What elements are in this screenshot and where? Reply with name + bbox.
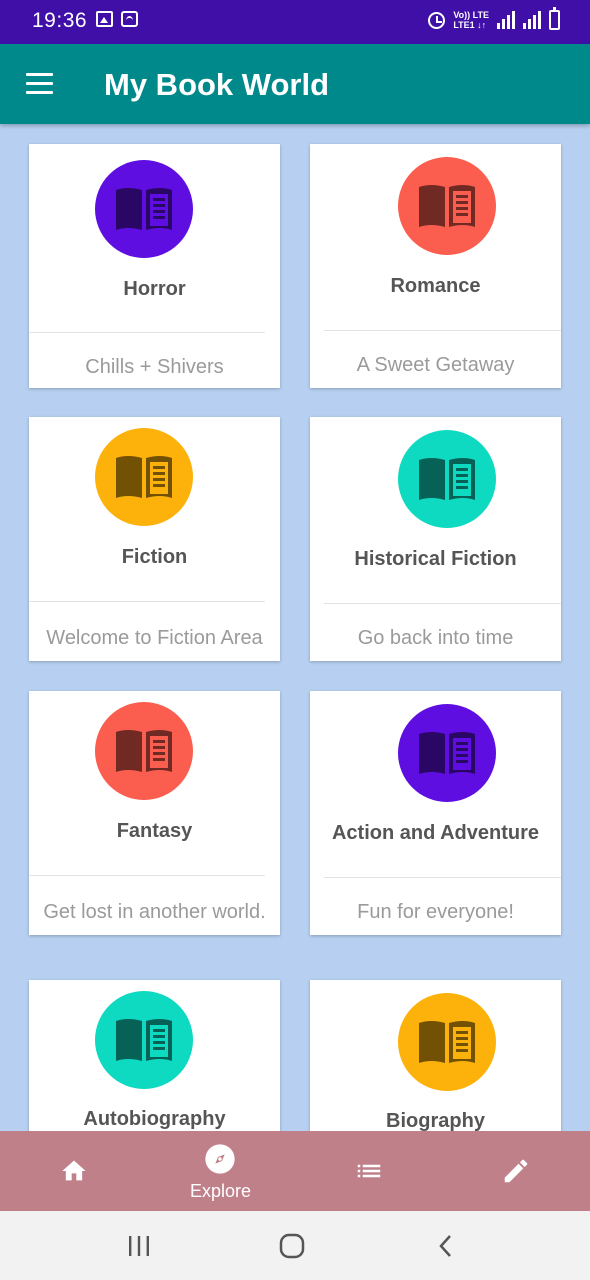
book-icon [112,726,176,776]
category-title: Fantasy [116,820,193,842]
nav-explore[interactable]: Explore [147,1131,294,1211]
book-icon [415,181,479,231]
recents-button[interactable] [119,1231,159,1261]
category-icon-circle [95,428,193,526]
book-icon [415,728,479,778]
home-system-button[interactable] [272,1231,312,1261]
home-circle-icon [279,1233,305,1259]
card-divider [324,877,561,878]
app-bar: My Book World [0,44,590,124]
category-card[interactable]: Action and Adventure Fun for everyone! [310,691,561,935]
wifi-notification-icon [121,11,138,27]
back-button[interactable] [426,1231,466,1261]
book-icon [112,184,176,234]
alarm-icon [428,11,446,29]
category-subtitle: Get lost in another world. [43,901,266,923]
pencil-icon [504,1159,528,1183]
category-subtitle: Welcome to Fiction Area [46,627,263,649]
category-card[interactable]: Historical Fiction Go back into time [310,417,561,661]
nav-list[interactable] [295,1131,442,1211]
card-divider [29,601,265,602]
system-navigation-bar [0,1211,590,1280]
category-icon-circle [95,702,193,800]
category-icon-circle [398,704,496,802]
category-icon-circle [95,991,193,1089]
card-divider [324,603,561,604]
category-card[interactable]: Horror Chills + Shivers [29,144,280,388]
card-divider [29,332,265,333]
home-icon [62,1160,86,1181]
category-title: Autobiography [83,1108,226,1130]
category-subtitle: Fun for everyone! [357,901,514,923]
category-subtitle: Chills + Shivers [85,356,224,378]
status-system-icons: Vo)) LTE LTE1 ↓↑ [428,7,560,30]
list-icon [357,1164,381,1178]
status-bar: 19:36 Vo)) LTE LTE1 ↓↑ [0,0,590,44]
compass-icon [205,1144,235,1174]
signal-strength-icon [497,11,515,29]
category-icon-circle [398,157,496,255]
book-icon [112,452,176,502]
book-icon [415,1017,479,1067]
category-title: Historical Fiction [354,548,517,570]
category-icon-circle [398,430,496,528]
app-title: My Book World [104,67,330,102]
category-subtitle: A Sweet Getaway [356,354,515,376]
category-title: Fiction [121,546,188,568]
category-card[interactable]: Fiction Welcome to Fiction Area [29,417,280,661]
card-divider [324,330,561,331]
card-divider [29,875,265,876]
category-title: Biography [386,1110,485,1132]
network-type-indicator: Vo)) LTE LTE1 ↓↑ [453,10,489,30]
nav-explore-label: Explore [189,1181,252,1201]
category-card[interactable]: Biography [310,980,561,1155]
bottom-navigation: Explore [0,1131,590,1211]
network-type-top: Vo)) LTE [453,10,489,20]
category-title: Horror [123,278,186,300]
nav-edit[interactable] [443,1131,590,1211]
network-type-bottom: LTE1 ↓↑ [453,20,487,30]
battery-charging-icon [549,7,560,30]
category-card[interactable]: Autobiography [29,980,280,1155]
category-title: Romance [390,275,481,297]
category-subtitle: Go back into time [357,627,514,649]
status-time: 19:36 [32,9,88,32]
nav-home[interactable] [0,1131,147,1211]
category-card[interactable]: Fantasy Get lost in another world. [29,691,280,935]
category-icon-circle [398,993,496,1091]
book-icon [415,454,479,504]
category-card[interactable]: Romance A Sweet Getaway [310,144,561,388]
back-icon [439,1235,451,1257]
image-notification-icon [96,11,113,27]
hamburger-menu-icon[interactable] [26,73,54,95]
signal-strength-icon-2 [523,11,541,29]
recents-icon [129,1236,149,1256]
status-notification-icons [96,11,138,27]
category-title: Action and Adventure [331,822,540,844]
category-icon-circle [95,160,193,258]
book-icon [112,1015,176,1065]
